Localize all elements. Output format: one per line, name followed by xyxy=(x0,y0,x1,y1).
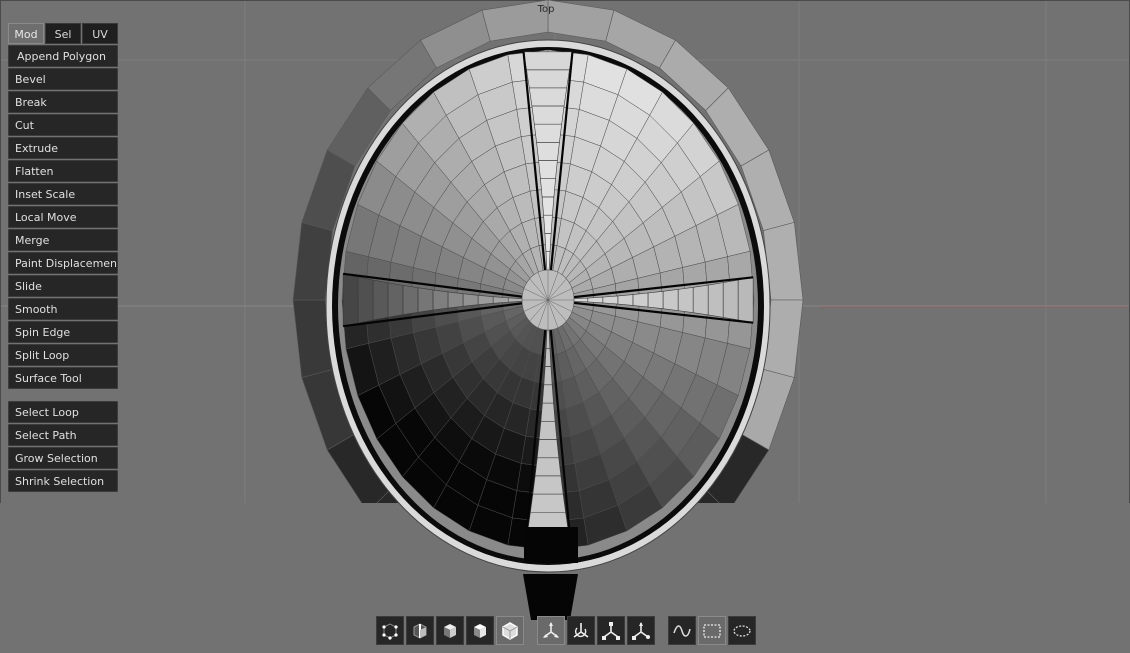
paint-displacement-button[interactable]: Paint Displacement xyxy=(8,252,118,274)
3d-viewport[interactable]: Top xyxy=(0,0,1130,653)
shrink-selection-button[interactable]: Shrink Selection xyxy=(8,470,118,492)
face-mode-button[interactable] xyxy=(436,616,464,645)
edge-mode-button[interactable] xyxy=(406,616,434,645)
transform-toolbar xyxy=(537,616,657,645)
break-button[interactable]: Break xyxy=(8,91,118,113)
rotate-axis-icon xyxy=(573,622,589,638)
ellipse-select-button[interactable] xyxy=(728,616,756,645)
slide-button[interactable]: Slide xyxy=(8,275,118,297)
scale-axis-icon xyxy=(602,621,620,640)
rect-select-icon xyxy=(703,623,721,638)
wireframe-cube-icon xyxy=(502,621,518,640)
modeling-tool-list: Append Polygon Bevel Break Cut Extrude Flatte… xyxy=(8,45,118,390)
selection-mode-toolbar xyxy=(668,616,758,645)
rotate-axis-button[interactable] xyxy=(567,616,595,645)
tab-sel[interactable]: Sel xyxy=(45,23,81,44)
object-mode-button[interactable] xyxy=(466,616,494,645)
rect-select-button[interactable] xyxy=(698,616,726,645)
local-move-button[interactable]: Local Move xyxy=(8,206,118,228)
tab-uv[interactable]: UV xyxy=(82,23,118,44)
surface-tool-button[interactable]: Surface Tool xyxy=(8,367,118,389)
universal-axis-icon xyxy=(632,621,650,640)
inset-scale-button[interactable]: Inset Scale xyxy=(8,183,118,205)
view-label: Top xyxy=(537,4,555,15)
select-path-button[interactable]: Select Path xyxy=(8,424,118,446)
panel-tabs: Mod Sel UV xyxy=(8,23,118,44)
ellipse-select-icon xyxy=(733,624,751,637)
wireframe-cube-button[interactable] xyxy=(496,616,524,645)
selection-tool-list: Select Loop Select Path Grow Selection Shri… xyxy=(8,401,118,493)
face-mode-icon xyxy=(444,623,456,638)
merge-button[interactable]: Merge xyxy=(8,229,118,251)
edge-mode-icon xyxy=(413,622,427,639)
spin-edge-button[interactable]: Spin Edge xyxy=(8,321,118,343)
grow-selection-button[interactable]: Grow Selection xyxy=(8,447,118,469)
flatten-button[interactable]: Flatten xyxy=(8,160,118,182)
vertex-mode-button[interactable] xyxy=(376,616,404,645)
mesh-object[interactable] xyxy=(0,0,1130,653)
viewport-scene[interactable] xyxy=(0,0,1130,653)
select-loop-button[interactable]: Select Loop xyxy=(8,401,118,423)
bevel-button[interactable]: Bevel xyxy=(8,68,118,90)
cut-button[interactable]: Cut xyxy=(8,114,118,136)
display-mode-toolbar xyxy=(376,616,526,645)
split-loop-button[interactable]: Split Loop xyxy=(8,344,118,366)
vertex-mode-icon xyxy=(382,622,398,640)
smooth-button[interactable]: Smooth xyxy=(8,298,118,320)
extrude-button[interactable]: Extrude xyxy=(8,137,118,159)
lasso-curve-button[interactable] xyxy=(668,616,696,645)
universal-axis-button[interactable] xyxy=(627,616,655,645)
tab-mod[interactable]: Mod xyxy=(8,23,44,44)
scale-axis-button[interactable] xyxy=(597,616,625,645)
append-polygon-button[interactable]: Append Polygon xyxy=(8,45,118,67)
lasso-curve-icon xyxy=(673,624,691,637)
object-mode-icon xyxy=(474,623,486,638)
move-axis-button[interactable] xyxy=(537,616,565,645)
move-axis-icon xyxy=(543,621,559,638)
